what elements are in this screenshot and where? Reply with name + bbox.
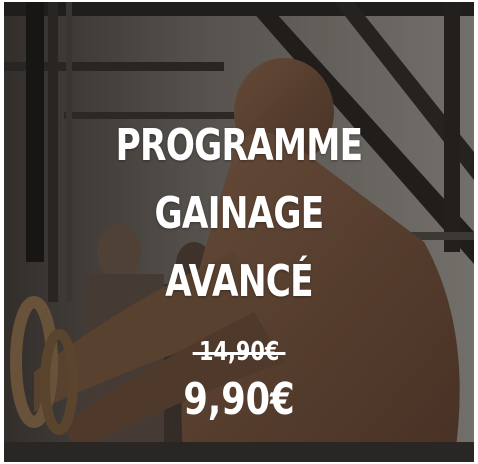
- product-card[interactable]: PROGRAMME GAINAGE AVANCÉ 14,90€ 9,90€: [4, 2, 474, 462]
- product-title: PROGRAMME GAINAGE AVANCÉ: [56, 112, 423, 316]
- old-price-value: 14,90€: [192, 337, 286, 367]
- title-line-2: GAINAGE: [154, 188, 325, 239]
- title-line-3: AVANCÉ: [165, 256, 313, 307]
- new-price: 9,90€: [183, 374, 295, 425]
- old-price: 14,90€: [4, 336, 474, 368]
- title-line-1: PROGRAMME: [115, 120, 363, 171]
